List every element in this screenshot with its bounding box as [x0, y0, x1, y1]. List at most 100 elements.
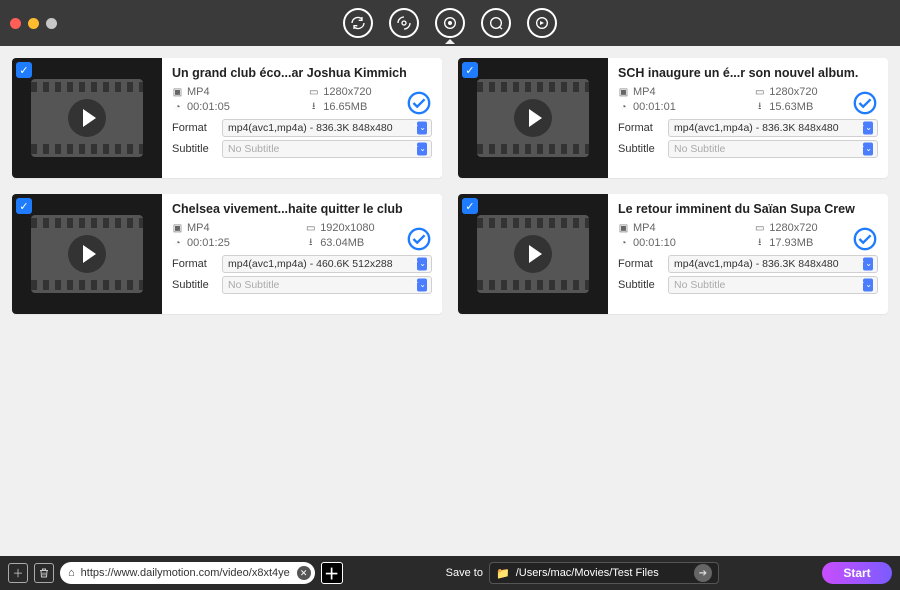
media-icon[interactable] — [527, 8, 557, 38]
video-duration: 00:01:10 — [633, 237, 676, 249]
clear-url-icon[interactable]: ✕ — [297, 566, 311, 580]
play-icon — [514, 99, 552, 137]
close-window[interactable] — [10, 18, 21, 29]
subtitle-select[interactable]: No Subtitle⌃⌄ — [668, 140, 878, 158]
video-duration: 00:01:05 — [187, 101, 230, 113]
video-type: MP4 — [187, 222, 210, 234]
video-title: Un grand club éco...ar Joshua Kimmich — [172, 66, 432, 80]
play-icon — [514, 235, 552, 273]
video-size: 16.65MB — [323, 101, 367, 113]
video-thumbnail[interactable]: ✓ — [12, 194, 162, 314]
resolution-icon: ▭ — [754, 87, 765, 98]
size-icon: ⭳ — [305, 238, 316, 249]
delete-icon[interactable] — [34, 563, 54, 583]
status-ok-icon[interactable] — [406, 226, 432, 252]
subtitle-label: Subtitle — [172, 279, 216, 291]
format-select[interactable]: mp4(avc1,mp4a) - 836.3K 848x480⌃⌄ — [668, 119, 878, 137]
video-duration: 00:01:01 — [633, 101, 676, 113]
save-path-input[interactable]: 📁 /Users/mac/Movies/Test Files ➔ — [489, 562, 719, 584]
video-type-icon: ▣ — [172, 223, 183, 234]
video-title: Le retour imminent du Saïan Supa Crew — [618, 202, 878, 216]
home-icon: ⌂ — [68, 567, 75, 579]
format-label: Format — [618, 122, 662, 134]
filmstrip-icon — [31, 215, 143, 293]
path-text: /Users/mac/Movies/Test Files — [516, 567, 659, 579]
subtitle-label: Subtitle — [618, 143, 662, 155]
resolution-icon: ▭ — [305, 223, 316, 234]
video-type-icon: ▣ — [618, 87, 629, 98]
video-title: Chelsea vivement...haite quitter le club — [172, 202, 432, 216]
status-ok-icon[interactable] — [406, 90, 432, 116]
refresh-icon[interactable] — [343, 8, 373, 38]
video-type-icon: ▣ — [172, 87, 183, 98]
convert-icon[interactable] — [389, 8, 419, 38]
duration-icon: ◔ — [172, 238, 183, 249]
select-checkbox[interactable]: ✓ — [462, 62, 478, 78]
video-size: 15.63MB — [769, 101, 813, 113]
video-resolution: 1280x720 — [323, 86, 371, 98]
video-type-icon: ▣ — [618, 223, 629, 234]
format-select[interactable]: mp4(avc1,mp4a) - 460.6K 512x288⌃⌄ — [222, 255, 432, 273]
format-select[interactable]: mp4(avc1,mp4a) - 836.3K 848x480⌃⌄ — [222, 119, 432, 137]
size-icon: ⭳ — [754, 238, 765, 249]
video-size: 17.93MB — [769, 237, 813, 249]
toolbar — [343, 8, 557, 38]
format-label: Format — [172, 122, 216, 134]
video-duration: 00:01:25 — [187, 237, 230, 249]
size-icon: ⭳ — [754, 102, 765, 113]
video-resolution: 1280x720 — [769, 86, 817, 98]
video-card: ✓ Un grand club éco...ar Joshua Kimmich … — [12, 58, 442, 178]
video-thumbnail[interactable]: ✓ — [12, 58, 162, 178]
duration-icon: ◔ — [618, 238, 629, 249]
record-icon[interactable] — [481, 8, 511, 38]
video-thumbnail[interactable]: ✓ — [458, 58, 608, 178]
subtitle-label: Subtitle — [172, 143, 216, 155]
filmstrip-icon — [477, 215, 589, 293]
video-type: MP4 — [633, 86, 656, 98]
zoom-window[interactable] — [46, 18, 57, 29]
download-tab-icon[interactable] — [435, 8, 465, 38]
save-to-label: Save to — [446, 567, 483, 579]
format-label: Format — [618, 258, 662, 270]
video-list: ✓ Un grand club éco...ar Joshua Kimmich … — [0, 46, 900, 556]
video-size: 63.04MB — [320, 237, 364, 249]
filmstrip-icon — [31, 79, 143, 157]
duration-icon: ◔ — [172, 102, 183, 113]
status-ok-icon[interactable] — [852, 90, 878, 116]
size-icon: ⭳ — [308, 102, 319, 113]
select-checkbox[interactable]: ✓ — [16, 62, 32, 78]
video-type: MP4 — [187, 86, 210, 98]
folder-icon: 📁 — [496, 567, 510, 580]
video-resolution: 1920x1080 — [320, 222, 374, 234]
format-select[interactable]: mp4(avc1,mp4a) - 836.3K 848x480⌃⌄ — [668, 255, 878, 273]
add-icon[interactable]: ＋ — [8, 563, 28, 583]
video-type: MP4 — [633, 222, 656, 234]
subtitle-select[interactable]: No Subtitle⌃⌄ — [222, 140, 432, 158]
url-text: https://www.dailymotion.com/video/x8xt4y… — [81, 567, 291, 579]
resolution-icon: ▭ — [754, 223, 765, 234]
subtitle-label: Subtitle — [618, 279, 662, 291]
start-button[interactable]: Start — [822, 562, 892, 584]
play-icon — [68, 99, 106, 137]
video-card: ✓ Chelsea vivement...haite quitter le cl… — [12, 194, 442, 314]
select-checkbox[interactable]: ✓ — [462, 198, 478, 214]
video-thumbnail[interactable]: ✓ — [458, 194, 608, 314]
video-card: ✓ Le retour imminent du Saïan Supa Crew … — [458, 194, 888, 314]
duration-icon: ◔ — [618, 102, 629, 113]
add-url-button[interactable]: ＋ — [321, 562, 343, 584]
video-title: SCH inaugure un é...r son nouvel album. — [618, 66, 878, 80]
resolution-icon: ▭ — [308, 87, 319, 98]
select-checkbox[interactable]: ✓ — [16, 198, 32, 214]
video-resolution: 1280x720 — [769, 222, 817, 234]
minimize-window[interactable] — [28, 18, 39, 29]
url-input[interactable]: ⌂ https://www.dailymotion.com/video/x8xt… — [60, 562, 315, 584]
format-label: Format — [172, 258, 216, 270]
bottom-bar: ＋ ⌂ https://www.dailymotion.com/video/x8… — [0, 556, 900, 590]
status-ok-icon[interactable] — [852, 226, 878, 252]
video-card: ✓ SCH inaugure un é...r son nouvel album… — [458, 58, 888, 178]
open-folder-icon[interactable]: ➔ — [694, 564, 712, 582]
play-icon — [68, 235, 106, 273]
subtitle-select[interactable]: No Subtitle⌃⌄ — [222, 276, 432, 294]
filmstrip-icon — [477, 79, 589, 157]
subtitle-select[interactable]: No Subtitle⌃⌄ — [668, 276, 878, 294]
